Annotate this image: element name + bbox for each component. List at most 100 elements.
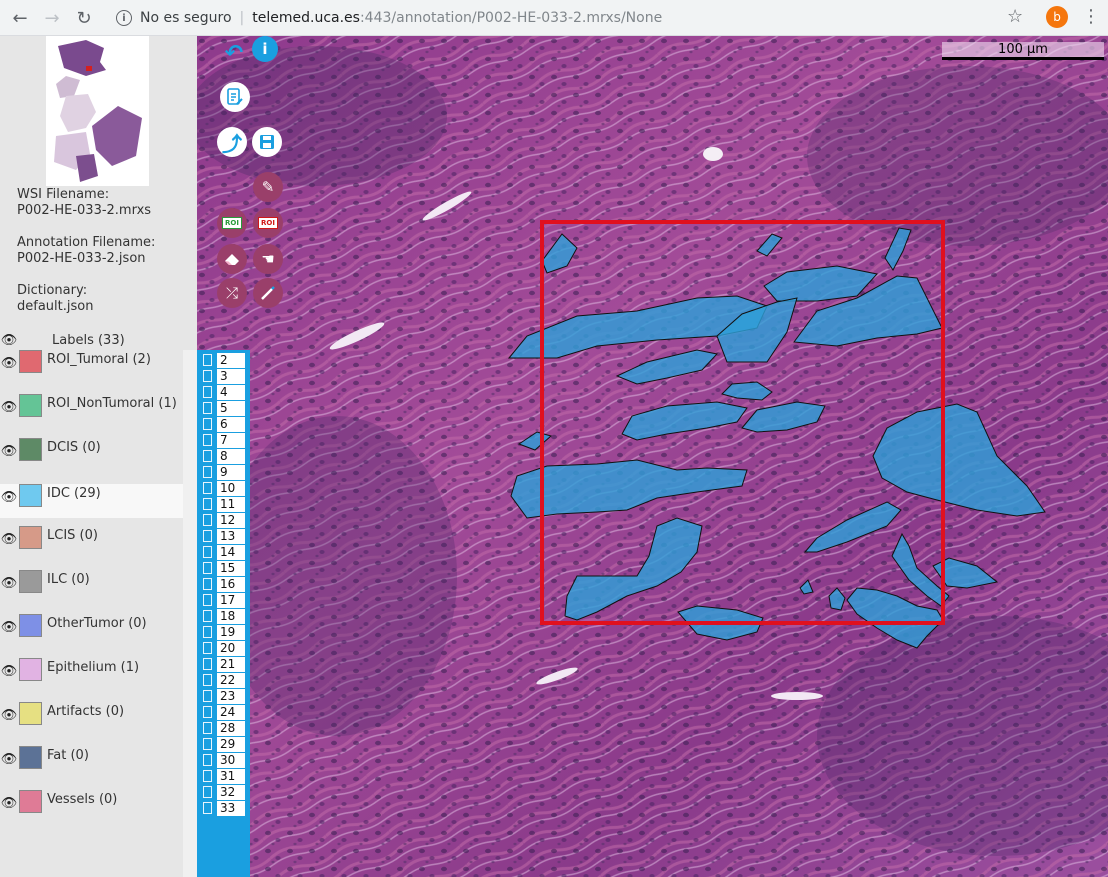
upload-icon[interactable]: ⤴ [217,127,247,157]
region-checkbox[interactable] [203,642,212,654]
region-row[interactable]: 24 [203,704,245,720]
region-checkbox[interactable] [203,514,212,526]
region-row[interactable]: 8 [203,448,245,464]
roi-nontumoral-icon[interactable]: ROI [253,208,283,238]
region-checkbox[interactable] [203,418,212,430]
eye-icon[interactable]: 👁 [0,752,18,767]
edit-document-icon[interactable] [220,82,250,112]
label-item[interactable]: 👁 DCIS (0) [0,438,183,472]
label-item[interactable]: 👁 Vessels (0) [0,790,183,824]
region-row[interactable]: 32 [203,784,245,800]
region-row[interactable]: 31 [203,768,245,784]
eye-icon[interactable]: 👁 [0,444,18,459]
label-item[interactable]: 👁 Epithelium (1) [0,658,183,692]
save-icon[interactable] [252,127,282,157]
region-row[interactable]: 2 [203,352,245,368]
region-row[interactable]: 20 [203,640,245,656]
slide-viewer[interactable] [197,36,1108,877]
region-row[interactable]: 22 [203,672,245,688]
label-item[interactable]: 👁 ROI_NonTumoral (1) [0,394,183,428]
region-checkbox[interactable] [203,466,212,478]
region-checkbox[interactable] [203,498,212,510]
region-checkbox[interactable] [203,674,212,686]
info-icon[interactable]: i [116,10,132,26]
region-checkbox[interactable] [203,530,212,542]
region-row[interactable]: 4 [203,384,245,400]
eye-icon[interactable]: 👁 [0,356,18,371]
region-row[interactable]: 15 [203,560,245,576]
region-row[interactable]: 11 [203,496,245,512]
region-checkbox[interactable] [203,610,212,622]
eye-icon[interactable]: 👁 [0,490,18,505]
eye-icon[interactable]: 👁 [0,664,18,679]
region-row[interactable]: 9 [203,464,245,480]
address-bar[interactable]: i No es seguro | telemed.uca.es :443/ann… [108,6,662,30]
info-icon[interactable]: i [252,36,278,62]
region-row[interactable]: 3 [203,368,245,384]
region-checkbox[interactable] [203,546,212,558]
region-checkbox[interactable] [203,626,212,638]
label-item[interactable]: 👁 Fat (0) [0,746,183,780]
label-item[interactable]: 👁 Artifacts (0) [0,702,183,736]
region-checkbox[interactable] [203,802,212,814]
forward-icon[interactable]: → [40,6,64,30]
eye-icon[interactable]: 👁 [0,532,18,547]
region-row[interactable]: 14 [203,544,245,560]
region-row[interactable]: 12 [203,512,245,528]
profile-avatar[interactable]: b [1046,6,1068,28]
region-row[interactable]: 10 [203,480,245,496]
eye-icon[interactable]: 👁 [0,400,18,415]
eye-icon[interactable]: 👁 [0,576,18,591]
eye-icon[interactable]: 👁 [0,333,18,348]
region-checkbox[interactable] [203,754,212,766]
region-row[interactable]: 17 [203,592,245,608]
bookmark-star-icon[interactable]: ☆ [1007,6,1023,27]
reload-icon[interactable]: ↻ [72,6,96,30]
region-checkbox[interactable] [203,450,212,462]
region-row[interactable]: 28 [203,720,245,736]
region-checkbox[interactable] [203,354,212,366]
region-checkbox[interactable] [203,722,212,734]
region-row[interactable]: 7 [203,432,245,448]
region-row[interactable]: 29 [203,736,245,752]
label-list-scrollbar[interactable] [183,350,197,877]
slide-thumbnail[interactable] [46,36,149,186]
label-item[interactable]: 👁 OtherTumor (0) [0,614,183,648]
shuffle-icon[interactable]: ⤮ [217,278,247,308]
hand-icon[interactable]: ☚ [253,244,283,274]
region-row[interactable]: 18 [203,608,245,624]
region-checkbox[interactable] [203,594,212,606]
region-checkbox[interactable] [203,386,212,398]
magic-wand-icon[interactable] [253,278,283,308]
region-row[interactable]: 21 [203,656,245,672]
label-item-selected[interactable]: 👁 IDC (29) [0,484,183,518]
region-checkbox[interactable] [203,690,212,702]
label-item[interactable]: 👁 ILC (0) [0,570,183,604]
roi-tumoral-icon[interactable]: ROI [217,208,247,238]
region-row[interactable]: 16 [203,576,245,592]
region-row[interactable]: 33 [203,800,245,816]
region-checkbox[interactable] [203,578,212,590]
region-checkbox[interactable] [203,370,212,382]
eye-icon[interactable]: 👁 [0,708,18,723]
back-icon[interactable]: ← [8,6,32,30]
eye-icon[interactable]: 👁 [0,796,18,811]
region-row[interactable]: 6 [203,416,245,432]
browser-menu-icon[interactable]: ⋮ [1082,6,1100,27]
region-row[interactable]: 5 [203,400,245,416]
region-row[interactable]: 30 [203,752,245,768]
eye-icon[interactable]: 👁 [0,620,18,635]
region-checkbox[interactable] [203,402,212,414]
region-checkbox[interactable] [203,562,212,574]
region-row[interactable]: 19 [203,624,245,640]
region-row[interactable]: 13 [203,528,245,544]
region-checkbox[interactable] [203,482,212,494]
region-checkbox[interactable] [203,658,212,670]
pencil-icon[interactable]: ✎ [253,172,283,202]
region-row[interactable]: 23 [203,688,245,704]
undo-icon[interactable]: ↶ [219,38,249,68]
region-checkbox[interactable] [203,770,212,782]
region-checkbox[interactable] [203,738,212,750]
label-item[interactable]: 👁 LCIS (0) [0,526,183,560]
region-checkbox[interactable] [203,786,212,798]
